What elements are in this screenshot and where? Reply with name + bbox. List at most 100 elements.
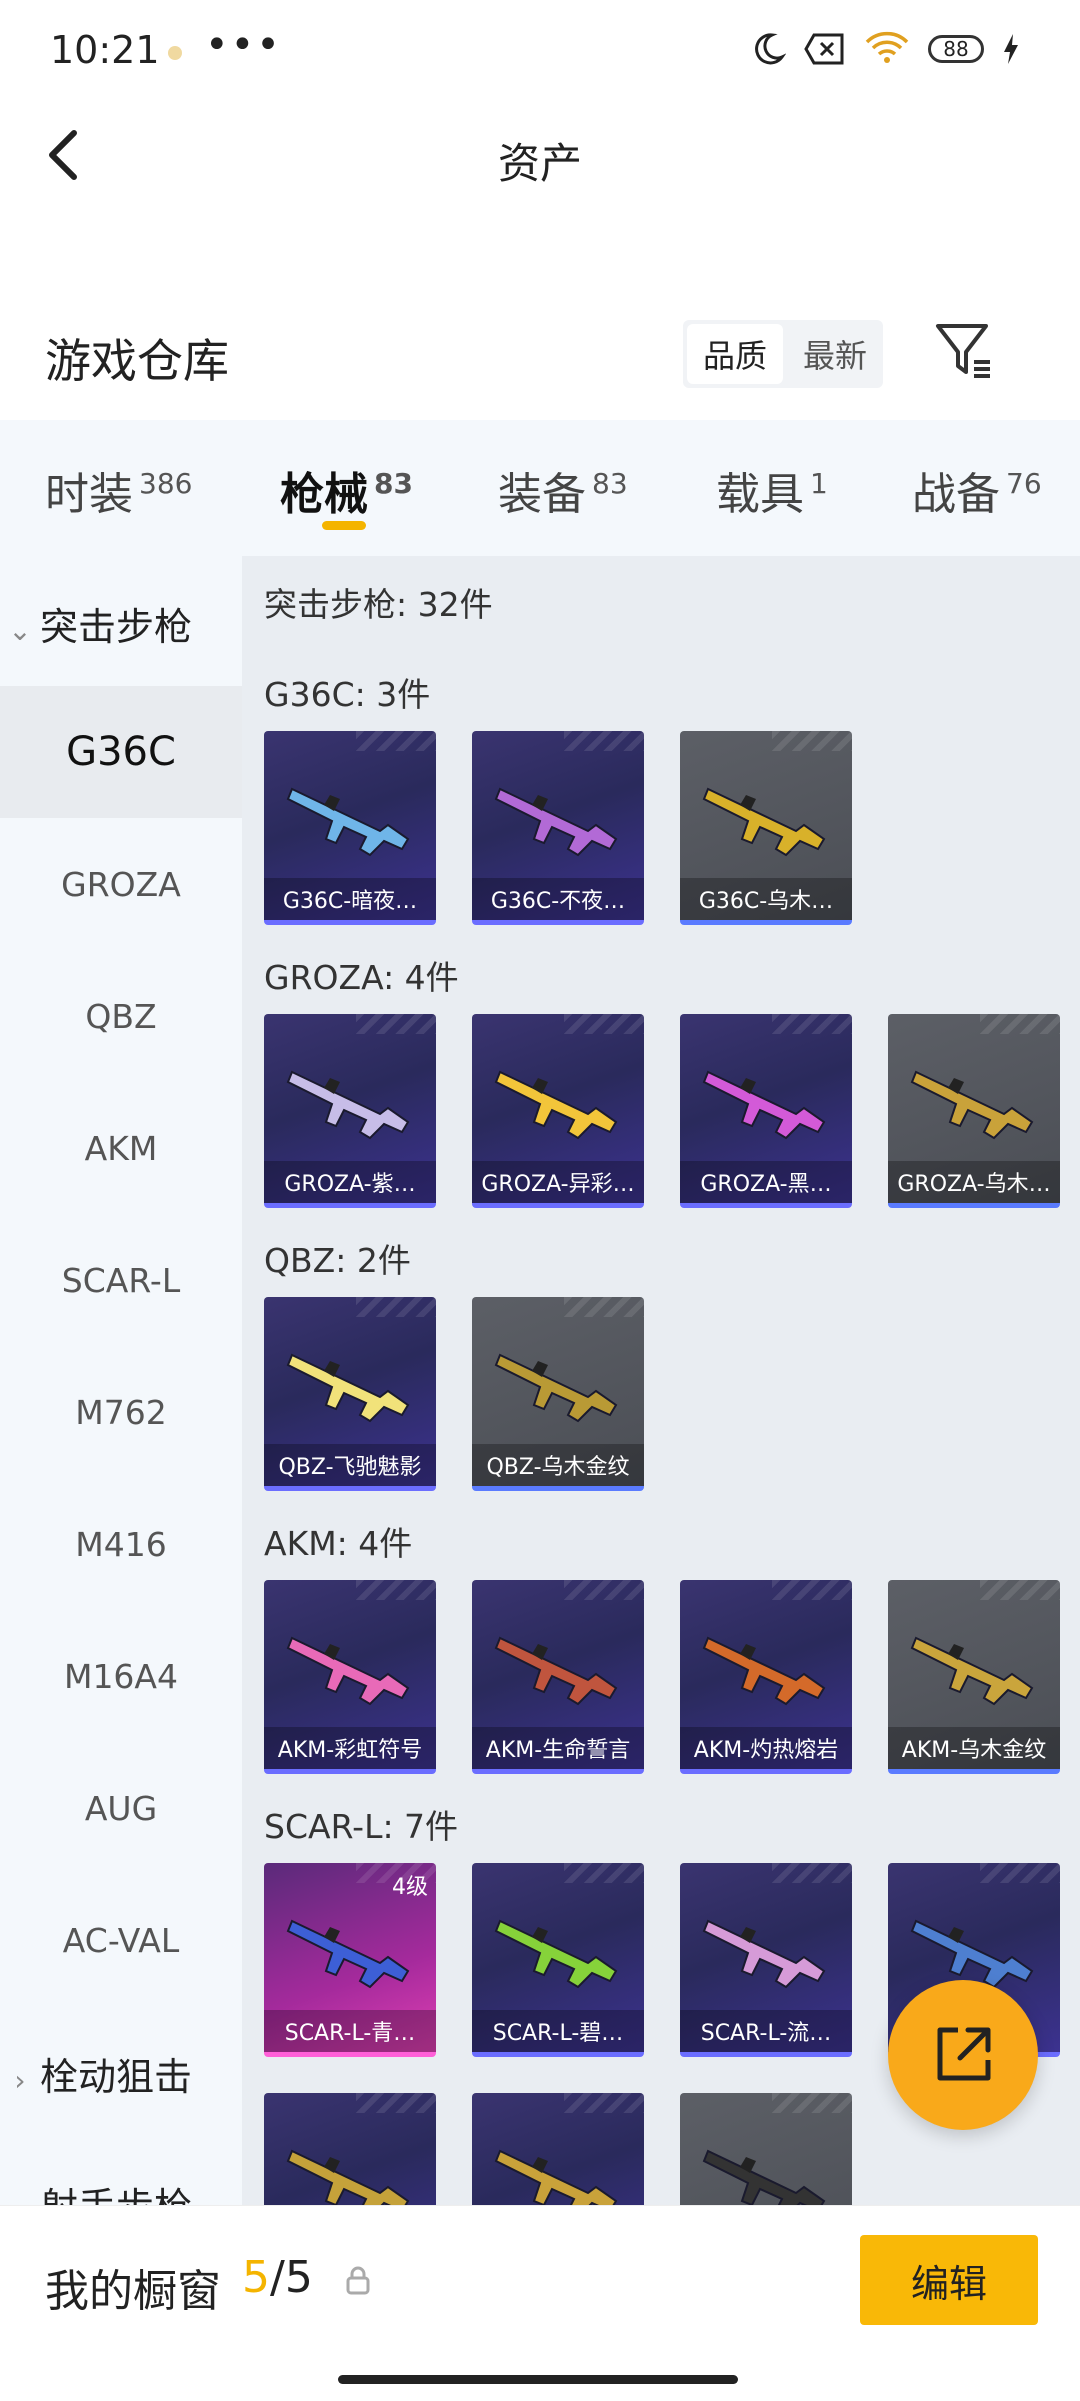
weapon-name: AKM-彩虹符号: [264, 1727, 436, 1769]
status-dot: [168, 46, 182, 60]
chevron-right-icon: ›: [14, 2064, 26, 2097]
weapon-name: SCAR-L-碧…: [472, 2010, 644, 2052]
level-badge: 4级: [392, 1875, 428, 1900]
card-decoration: [564, 1863, 644, 1883]
card-decoration: [564, 2093, 644, 2113]
rifle-icon: [286, 1070, 410, 1140]
card-decoration: [356, 1014, 436, 1034]
weapon-name: AKM-乌木金纹: [888, 1727, 1060, 1769]
rifle-icon: [494, 2149, 618, 2206]
sidebar-item-g36c[interactable]: G36C: [0, 686, 242, 818]
edit-button[interactable]: 编辑: [860, 2235, 1038, 2325]
charging-icon: [1004, 34, 1018, 64]
sidebar-group-label: 栓动狙击: [40, 2055, 193, 2099]
sidebar-item-scar-l[interactable]: SCAR-L: [0, 1214, 242, 1346]
sidebar-item-akm[interactable]: AKM: [0, 1082, 242, 1214]
card-decoration: [772, 2093, 852, 2113]
weapon-card[interactable]: AKM-乌木金纹: [888, 1580, 1060, 1774]
sidebar-item-groza[interactable]: GROZA: [0, 818, 242, 950]
weapon-card[interactable]: AKM-彩虹符号: [264, 1580, 436, 1774]
sort-quality-option[interactable]: 品质: [687, 324, 783, 384]
weapon-card[interactable]: SCAR-L-碧…: [472, 1863, 644, 2057]
weapon-grid: 突击步枪: 32件 G36C: 3件 G36C-暗夜… G36C-不夜… G36C-乌…: [242, 556, 1080, 2206]
weapon-card[interactable]: G36C-暗夜…: [264, 731, 436, 925]
weapon-name: QBZ-乌木金纹: [472, 1444, 644, 1486]
sidebar-item-m16a4[interactable]: M16A4: [0, 1610, 242, 1742]
section-title: QBZ: 2件: [264, 1241, 411, 1280]
wifi-icon: [865, 31, 909, 63]
tab-count: 1: [810, 467, 828, 501]
rifle-icon: [286, 1353, 410, 1423]
card-decoration: [564, 1014, 644, 1034]
lock-icon: [346, 2266, 370, 2295]
weapon-name: GROZA-黑…: [680, 1161, 852, 1203]
tab-firearms[interactable]: 枪械 83: [280, 458, 413, 522]
rifle-icon: [286, 787, 410, 857]
weapon-card[interactable]: G36C-不夜…: [472, 731, 644, 925]
card-decoration: [772, 731, 852, 751]
weapon-name: GROZA-乌木…: [888, 1161, 1060, 1203]
sort-newest-option[interactable]: 最新: [787, 320, 883, 388]
weapon-card[interactable]: [680, 2093, 852, 2206]
rifle-icon: [494, 1353, 618, 1423]
tab-vehicles[interactable]: 载具 1: [716, 458, 828, 522]
weapon-card[interactable]: [472, 2093, 644, 2206]
sidebar-item-qbz[interactable]: QBZ: [0, 950, 242, 1082]
weapon-card[interactable]: QBZ-飞驰魅影: [264, 1297, 436, 1491]
page-title: 资产: [497, 139, 582, 188]
tab-label: 时装: [45, 469, 133, 520]
rifle-icon: [702, 1070, 826, 1140]
weapon-card[interactable]: GROZA-紫…: [264, 1014, 436, 1208]
home-indicator[interactable]: [338, 2375, 738, 2384]
sidebar-group-bolt-action[interactable]: › 栓动狙击: [0, 2046, 242, 2101]
sidebar-item-ac-val[interactable]: AC-VAL: [0, 1874, 242, 2006]
tab-equipment[interactable]: 装备 83: [498, 458, 628, 522]
tab-label: 战备: [912, 469, 1000, 520]
card-decoration: [356, 731, 436, 751]
tab-fashion[interactable]: 时装 386: [45, 458, 192, 522]
weapon-card[interactable]: SCAR-L-流…: [680, 1863, 852, 2057]
tab-count: 386: [139, 467, 193, 501]
tab-label: 载具: [716, 469, 804, 520]
sidebar-group-label: 突击步枪: [40, 605, 193, 649]
weapon-card[interactable]: G36C-乌木…: [680, 731, 852, 925]
sidebar-group-assault-rifles[interactable]: ⌄ 突击步枪: [0, 596, 242, 651]
weapon-card[interactable]: AKM-生命誓言: [472, 1580, 644, 1774]
sidebar-item-m416[interactable]: M416: [0, 1478, 242, 1610]
section-title: GROZA: 4件: [264, 958, 459, 997]
weapon-card[interactable]: AKM-灼热熔岩: [680, 1580, 852, 1774]
rifle-icon: [494, 1636, 618, 1706]
rifle-icon: [494, 787, 618, 857]
card-decoration: [564, 1297, 644, 1317]
rifle-icon: [702, 1636, 826, 1706]
warehouse-title: 游戏仓库: [45, 334, 229, 388]
weapon-card[interactable]: QBZ-乌木金纹: [472, 1297, 644, 1491]
sidebar-item-m762[interactable]: M762: [0, 1346, 242, 1478]
tab-label: 装备: [498, 469, 586, 520]
status-time: 10:21: [50, 28, 160, 72]
category-summary: 突击步枪: 32件: [264, 585, 493, 624]
tab-supplies[interactable]: 战备 76: [912, 458, 1042, 522]
rifle-icon: [910, 1636, 1034, 1706]
weapon-card[interactable]: [264, 2093, 436, 2206]
active-tab-indicator: [322, 521, 366, 530]
weapon-card[interactable]: GROZA-乌木…: [888, 1014, 1060, 1208]
weapon-name: SCAR-L-青…: [264, 2010, 436, 2052]
card-decoration: [772, 1014, 852, 1034]
battery-icon: 88: [928, 35, 984, 63]
weapon-name: GROZA-异彩…: [472, 1161, 644, 1203]
rifle-icon: [910, 1070, 1034, 1140]
filter-icon[interactable]: [932, 318, 996, 382]
sidebar-item-aug[interactable]: AUG: [0, 1742, 242, 1874]
weapon-name: QBZ-飞驰魅影: [264, 1444, 436, 1486]
weapon-card[interactable]: GROZA-黑…: [680, 1014, 852, 1208]
weapon-card[interactable]: GROZA-异彩…: [472, 1014, 644, 1208]
showcase-separator: /: [270, 2252, 285, 2303]
weapon-card[interactable]: 4级 SCAR-L-青…: [264, 1863, 436, 2057]
tab-label: 枪械: [280, 469, 368, 520]
status-more-icon: •••: [205, 22, 282, 68]
share-button[interactable]: [888, 1980, 1038, 2130]
moon-icon: [755, 33, 786, 65]
weapon-name: G36C-不夜…: [472, 878, 644, 920]
card-decoration: [356, 1297, 436, 1317]
